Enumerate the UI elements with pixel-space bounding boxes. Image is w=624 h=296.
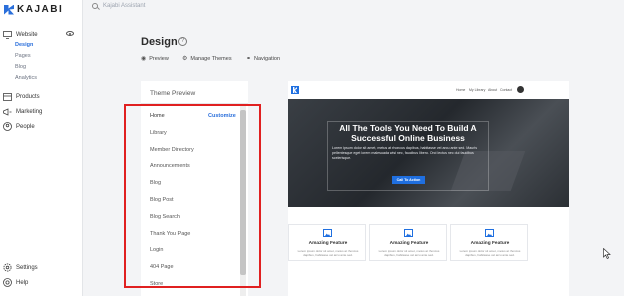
site-logo-icon xyxy=(291,86,299,94)
eye-icon: ◉ xyxy=(141,56,147,62)
sidebar-item-marketing[interactable]: Marketing xyxy=(3,107,42,116)
site-nav-my-library[interactable]: My Library xyxy=(469,88,485,92)
hero-body: Lorem ipsum dolor sit amet, metus at rho… xyxy=(332,146,478,160)
manage-themes-button[interactable]: ⚙ Manage Themes xyxy=(182,55,232,63)
preview-button[interactable]: ◉ Preview xyxy=(141,55,169,63)
eye-icon[interactable] xyxy=(66,31,74,36)
site-nav-contact[interactable]: Contact xyxy=(500,88,512,92)
help-icon[interactable]: ? xyxy=(178,37,187,46)
feature-title: Amazing Feature xyxy=(470,241,510,246)
gear-icon xyxy=(3,263,12,272)
site-preview: Home My Library About Contact All The To… xyxy=(288,81,569,296)
manage-themes-label: Manage Themes xyxy=(190,55,232,62)
sidebar: KAJABI Website Design Pages Blog Analyti… xyxy=(0,0,83,296)
sidebar-item-label: Marketing xyxy=(16,108,43,115)
monitor-icon xyxy=(3,30,12,39)
feature-card: Amazing Feature Lorem ipsum dolor sit am… xyxy=(369,224,447,261)
box-icon xyxy=(3,92,12,101)
feature-text: Lorem ipsum dolor sit amet, metus at rho… xyxy=(459,249,521,257)
sidebar-item-products[interactable]: Products xyxy=(3,92,40,101)
hero-title: All The Tools You Need To Build A Succes… xyxy=(339,123,477,143)
navigation-button[interactable]: ⚭ Navigation xyxy=(246,55,281,63)
feature-card: Amazing Feature Lorem ipsum dolor sit am… xyxy=(288,224,366,261)
navigation-label: Navigation xyxy=(254,55,281,62)
highlight-annotation xyxy=(124,104,261,288)
sidebar-item-help[interactable]: Help xyxy=(3,278,28,287)
sidebar-item-label: Products xyxy=(16,93,40,100)
avatar[interactable] xyxy=(517,86,524,93)
page-title: Design xyxy=(141,36,178,48)
feature-text: Lorem ipsum dolor sit amet, metus at rho… xyxy=(297,249,359,257)
megaphone-icon xyxy=(3,107,12,116)
feature-card: Amazing Feature Lorem ipsum dolor sit am… xyxy=(450,224,528,261)
feature-text: Lorem ipsum dolor sit amet, metus at rho… xyxy=(378,249,440,257)
call-to-action-button[interactable]: Call To Action xyxy=(392,176,425,184)
help-circle-icon xyxy=(3,278,12,287)
feature-title: Amazing Feature xyxy=(389,241,429,246)
sidebar-item-blog[interactable]: Blog xyxy=(15,64,26,70)
sidebar-item-people[interactable]: People xyxy=(3,122,35,131)
image-icon xyxy=(485,229,494,237)
search-input[interactable]: Kajabi Assistant xyxy=(103,3,145,9)
kajabi-logo-icon xyxy=(4,4,14,15)
sidebar-item-design[interactable]: Design xyxy=(15,42,33,48)
search-icon xyxy=(92,3,98,9)
image-icon xyxy=(323,229,332,237)
person-icon xyxy=(3,122,12,131)
link-icon: ⚭ xyxy=(246,56,252,62)
site-nav-home[interactable]: Home xyxy=(456,88,465,92)
site-header: Home My Library About Contact xyxy=(288,81,569,99)
sidebar-item-label: Settings xyxy=(16,264,38,271)
panel-title: Theme Preview xyxy=(150,90,196,97)
sidebar-item-analytics[interactable]: Analytics xyxy=(15,75,37,81)
gear-icon: ⚙ xyxy=(182,56,188,62)
topbar: Kajabi Assistant xyxy=(84,0,624,14)
kajabi-logo[interactable]: KAJABI xyxy=(4,4,63,15)
sidebar-item-label: Website xyxy=(16,31,38,38)
hero-section: All The Tools You Need To Build A Succes… xyxy=(288,99,569,207)
mouse-cursor-icon xyxy=(603,248,611,259)
feature-title: Amazing Feature xyxy=(308,241,348,246)
preview-label: Preview xyxy=(149,55,169,62)
sidebar-item-label: People xyxy=(16,123,35,130)
image-icon xyxy=(404,229,413,237)
sidebar-item-website[interactable]: Website xyxy=(3,30,38,39)
sidebar-item-label: Help xyxy=(16,279,29,286)
site-nav-about[interactable]: About xyxy=(488,88,497,92)
brand-name: KAJABI xyxy=(17,4,64,15)
sidebar-item-pages[interactable]: Pages xyxy=(15,53,31,59)
sidebar-item-settings[interactable]: Settings xyxy=(3,263,38,272)
